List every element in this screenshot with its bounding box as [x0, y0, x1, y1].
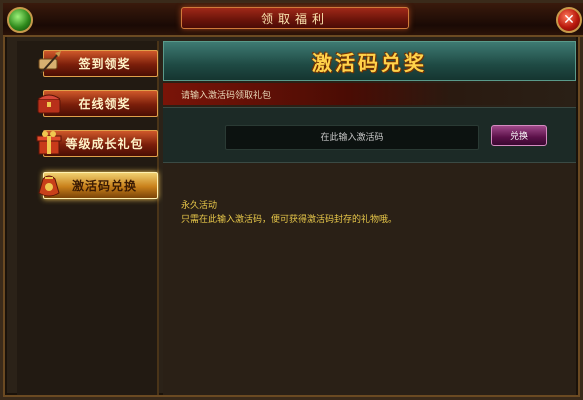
input-area: 兑换: [163, 107, 576, 163]
title-bar: 领取福利 ✕: [3, 3, 583, 37]
sidebar-item-level-gift[interactable]: 等级成长礼包: [17, 127, 159, 159]
scroll-quill-icon: [38, 51, 61, 74]
window-title: 领取福利: [260, 11, 329, 26]
title-plate: 领取福利: [181, 7, 409, 29]
activation-code-input[interactable]: [225, 125, 479, 150]
hint-text: 请输入激活码领取礼包: [181, 90, 272, 101]
treasure-chest-icon: [37, 94, 61, 114]
sidebar-item-online[interactable]: 在线领奖: [17, 87, 159, 119]
main-panel: 激活码兑奖 请输入激活码领取礼包 兑换 永久活动 只需在此输入激活码，便可获得激…: [163, 41, 576, 395]
description: 永久活动 只需在此输入激活码，便可获得激活码封存的礼物哦。: [181, 199, 561, 227]
close-icon: ✕: [563, 12, 575, 28]
hint-bar: 请输入激活码领取礼包: [163, 83, 576, 105]
sidebar-item-sign-in[interactable]: 签到领奖: [17, 47, 159, 79]
red-pouch-icon: [38, 175, 60, 197]
sidebar-item-activation-code[interactable]: 激活码兑换: [17, 169, 159, 201]
banner: 激活码兑奖: [163, 41, 576, 81]
description-body: 只需在此输入激活码，便可获得激活码封存的礼物哦。: [181, 215, 398, 225]
description-title: 永久活动: [181, 201, 218, 211]
sidebar: 签到领奖 在线领奖 等级成长礼包 激活码兑换: [17, 41, 159, 395]
banner-title: 激活码兑奖: [312, 50, 427, 75]
green-orb-icon: [7, 7, 33, 33]
gift-box-icon: [36, 131, 62, 155]
close-button[interactable]: ✕: [556, 7, 582, 33]
redeem-button[interactable]: 兑换: [491, 125, 547, 146]
welfare-window: 领取福利 ✕ 签到领奖 在线领奖 等级成长礼包 激活码兑换 激活码兑奖 请输入激…: [0, 0, 583, 400]
